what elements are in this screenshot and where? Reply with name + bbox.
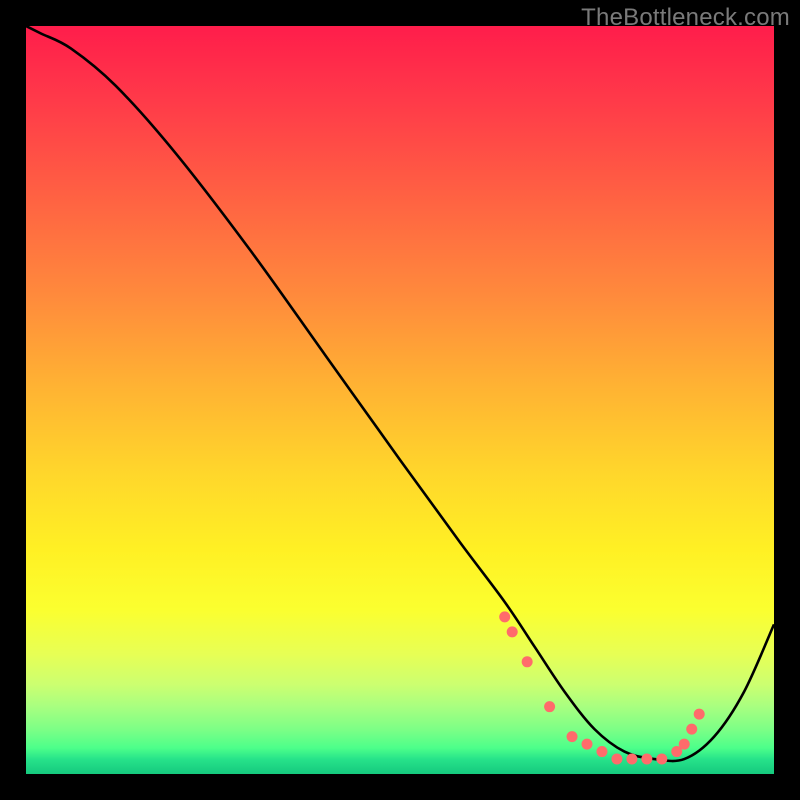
marker-dot xyxy=(596,746,607,757)
marker-dot xyxy=(567,731,578,742)
plot-area xyxy=(26,26,774,774)
chart-frame: TheBottleneck.com xyxy=(0,0,800,800)
marker-dot xyxy=(656,754,667,765)
marker-dot xyxy=(544,701,555,712)
marker-dot xyxy=(694,709,705,720)
marker-dot xyxy=(499,611,510,622)
marker-dot xyxy=(686,724,697,735)
marker-dot xyxy=(522,656,533,667)
curve-svg xyxy=(26,26,774,774)
marker-dot xyxy=(679,739,690,750)
marker-dot xyxy=(582,739,593,750)
bottleneck-curve xyxy=(26,26,774,761)
marker-dot xyxy=(641,754,652,765)
marker-dot xyxy=(611,754,622,765)
marker-dot xyxy=(626,754,637,765)
marker-group xyxy=(499,611,704,764)
marker-dot xyxy=(507,626,518,637)
